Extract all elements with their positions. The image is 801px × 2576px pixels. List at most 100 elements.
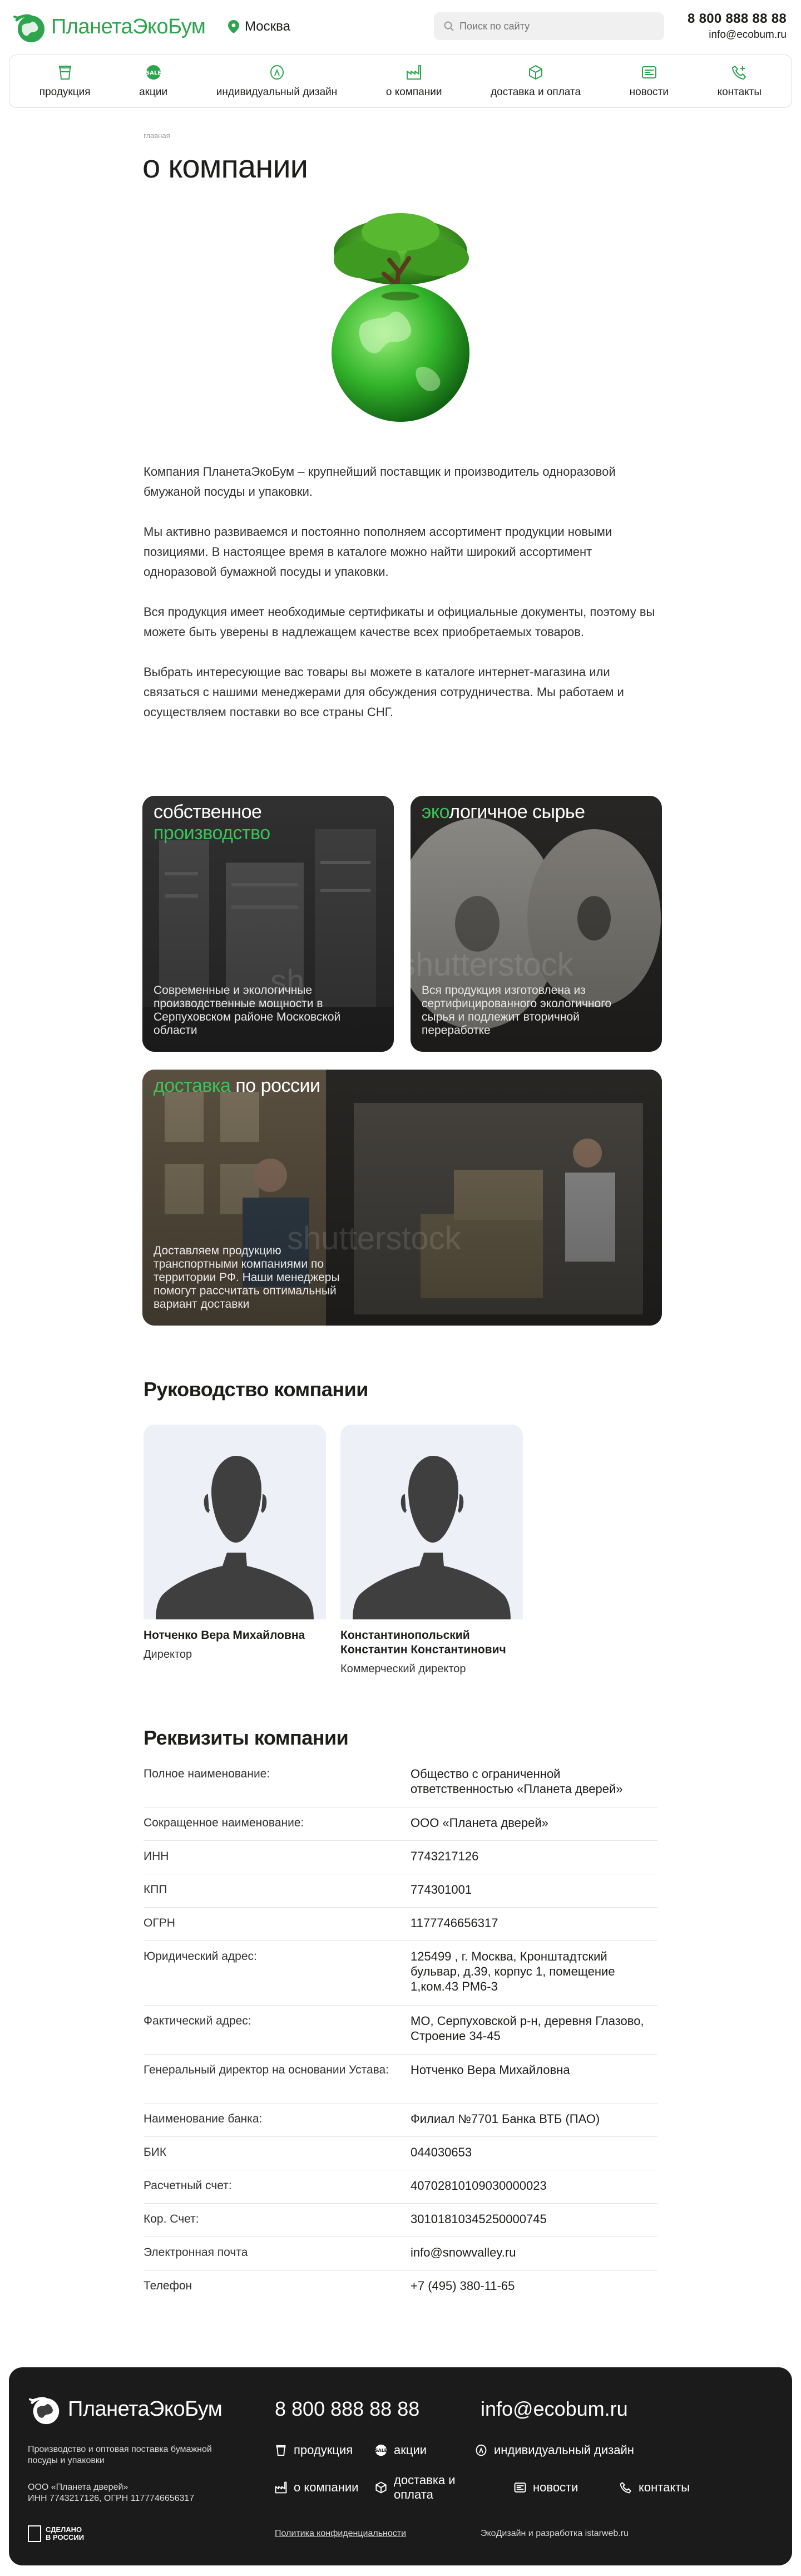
footer-nav-label: доставка и оплата	[394, 2473, 456, 2501]
row-key: Расчетный счет:	[144, 2179, 232, 2192]
footer-nav-products[interactable]: продукция	[275, 2443, 375, 2457]
table-row: ОГРН 1177746656317	[144, 1908, 657, 1941]
footer-nav-news[interactable]: новости	[475, 2473, 620, 2502]
row-key: ОГРН	[144, 1917, 175, 1929]
row-value: 7743217126	[411, 1849, 479, 1863]
search-box[interactable]	[434, 12, 664, 40]
developer-credit[interactable]: ЭкоДизайн и разработка istarweb.ru	[481, 2529, 629, 2539]
avatar-placeholder	[144, 1425, 326, 1619]
page-title: о компании	[142, 149, 308, 185]
nav-label: новости	[629, 86, 669, 98]
search-icon	[444, 21, 454, 31]
row-key: Фактический адрес:	[144, 2014, 251, 2027]
globe-logo-icon	[28, 2397, 60, 2425]
nav-item-about[interactable]: о компании	[386, 64, 442, 98]
footer-nav-label: индивидуальный дизайн	[494, 2443, 634, 2457]
row-value: МО, Серпуховской р-н, деревня Глазово, С…	[411, 2014, 644, 2043]
row-value: Общество с ограниченной ответственностью…	[411, 1767, 623, 1796]
footer-phone[interactable]: 8 800 888 88 88	[275, 2397, 419, 2421]
row-value: 125499 , г. Москва, Кронштадтский бульва…	[411, 1949, 615, 1993]
footer-nav-about[interactable]: о компании	[275, 2473, 375, 2502]
nav-item-design[interactable]: индивидуальный дизайн	[216, 64, 338, 98]
row-value[interactable]: +7 (495) 380-11-65	[411, 2276, 657, 2298]
person-card: Константинопольский Константин Константи…	[340, 1425, 523, 1676]
footer-org-ids: ИНН 7743217126, ОГРН 1177746656317	[28, 2494, 195, 2503]
card-text: Вся продукция изготовлена из сертифициро…	[422, 984, 612, 1037]
footer-logo[interactable]: ПланетаЭкоБум	[28, 2392, 222, 2426]
person-silhouette-icon	[156, 1456, 314, 1619]
nav-item-delivery[interactable]: доставка и оплата	[491, 64, 581, 98]
header-phone[interactable]: 8 800 888 88 88	[688, 11, 787, 27]
nav-label: продукция	[39, 86, 91, 98]
table-row: БИК 044030653	[144, 2137, 657, 2170]
about-paragraph: Мы активно развиваемся и постоянно попол…	[144, 525, 612, 579]
nav-item-contacts[interactable]: контакты	[718, 64, 762, 98]
badge-line: В РОССИИ	[46, 2533, 85, 2541]
table-row: Наименование банка: Филиал №7701 Банка ВТ…	[144, 2104, 657, 2137]
row-value[interactable]: info@snowvalley.ru	[411, 2243, 657, 2264]
row-value: 044030653	[411, 2145, 472, 2159]
site-logo[interactable]: ПланетаЭкоБум	[12, 9, 206, 45]
breadcrumb-home[interactable]: главная	[144, 131, 170, 140]
footer: ПланетаЭкоБум 8 800 888 88 88 info@ecobu…	[9, 2367, 792, 2565]
row-key: ИНН	[144, 1850, 169, 1863]
row-value: ООО «Планета дверей»	[411, 1816, 548, 1830]
footer-description: Производство и оптовая поставка бумажной…	[28, 2445, 212, 2465]
footer-email[interactable]: info@ecobum.ru	[481, 2397, 628, 2421]
person-silhouette-icon	[353, 1456, 511, 1619]
row-key: Электронная почта	[144, 2246, 248, 2259]
feature-card-delivery: shutterstock доставка по россии Доставля…	[142, 1070, 662, 1326]
footer-nav: продукция SALE акции индивидуальный дизай…	[275, 2443, 753, 2502]
row-key: Телефон	[144, 2279, 192, 2292]
footer-brand: ПланетаЭкоБум	[68, 2397, 222, 2421]
table-row: ИНН 7743217126	[144, 1841, 657, 1874]
footer-nav-design[interactable]: индивидуальный дизайн	[475, 2443, 753, 2457]
footer-nav-label: акции	[394, 2443, 427, 2457]
row-key: КПП	[144, 1883, 167, 1896]
cup-icon	[57, 64, 73, 81]
footer-nav-delivery[interactable]: доставка и оплата	[375, 2473, 475, 2502]
person-name: Константинопольский Константин Константи…	[340, 1629, 506, 1656]
location-pin-icon	[228, 20, 239, 33]
factory-icon	[406, 64, 422, 81]
tree-on-globe-image	[332, 213, 469, 422]
person-name: Нотченко Вера Михайловна	[144, 1629, 305, 1642]
table-row: Расчетный счет: 40702810109030000023	[144, 2170, 657, 2204]
table-row: Сокращенное наименование: ООО «Планета дв…	[144, 1807, 657, 1841]
table-row: Кор. Счет: 30101810345250000745	[144, 2204, 657, 2237]
table-row: Фактический адрес: МО, Серпуховской р-н, …	[144, 2006, 657, 2055]
table-row: Юридический адрес: 125499 , г. Москва, Кр…	[144, 1941, 657, 2006]
table-row: Электронная почта info@snowvalley.ru	[144, 2237, 657, 2270]
nav-item-sales[interactable]: SALE акции	[139, 64, 167, 98]
feature-card-production: sh собственное производство Современные и…	[142, 796, 394, 1052]
footer-nav-label: о компании	[294, 2480, 359, 2494]
nav-item-news[interactable]: новости	[630, 64, 669, 98]
news-icon	[641, 64, 657, 81]
privacy-policy-link[interactable]: Политика конфиденциальности	[275, 2529, 406, 2539]
footer-nav-sales[interactable]: SALE акции	[375, 2443, 475, 2457]
about-paragraph: Выбрать интересующие вас товары вы может…	[144, 665, 624, 719]
city-selector[interactable]: Москва	[228, 19, 290, 35]
phone-icon	[731, 64, 748, 81]
feature-card-eco: shutterstock экологичное сырье Вся проду…	[411, 796, 662, 1052]
nav-label: контакты	[717, 86, 762, 98]
header-email[interactable]: info@ecobum.ru	[688, 29, 787, 41]
row-value: 30101810345250000745	[411, 2212, 547, 2226]
row-value: 1177746656317	[411, 1916, 498, 1930]
footer-nav-contacts[interactable]: контакты	[620, 2473, 753, 2502]
nav-label: индивидуальный дизайн	[216, 86, 338, 98]
table-row: Полное наименование: Общество с ограничен…	[144, 1759, 657, 1807]
nav-item-products[interactable]: продукция	[39, 64, 91, 98]
globe-logo-icon	[13, 14, 44, 42]
header: ПланетаЭкоБум Москва 8 800 888 88 88 inf…	[0, 0, 801, 53]
row-value: Нотченко Вера Михайловна	[411, 2063, 570, 2077]
person-role: Директор	[144, 1648, 192, 1661]
row-key: БИК	[144, 2146, 167, 2159]
person-role: Коммерческий директор	[340, 1663, 466, 1675]
card-title: экологичное сырье	[422, 801, 585, 822]
search-input[interactable]	[459, 20, 649, 32]
row-key: Юридический адрес:	[144, 1950, 257, 1963]
about-text: Компания ПланетаЭкоБум – крупнейший пост…	[144, 462, 655, 742]
footer-nav-label: контакты	[639, 2480, 690, 2494]
management-heading: Руководство компании	[144, 1378, 368, 1401]
